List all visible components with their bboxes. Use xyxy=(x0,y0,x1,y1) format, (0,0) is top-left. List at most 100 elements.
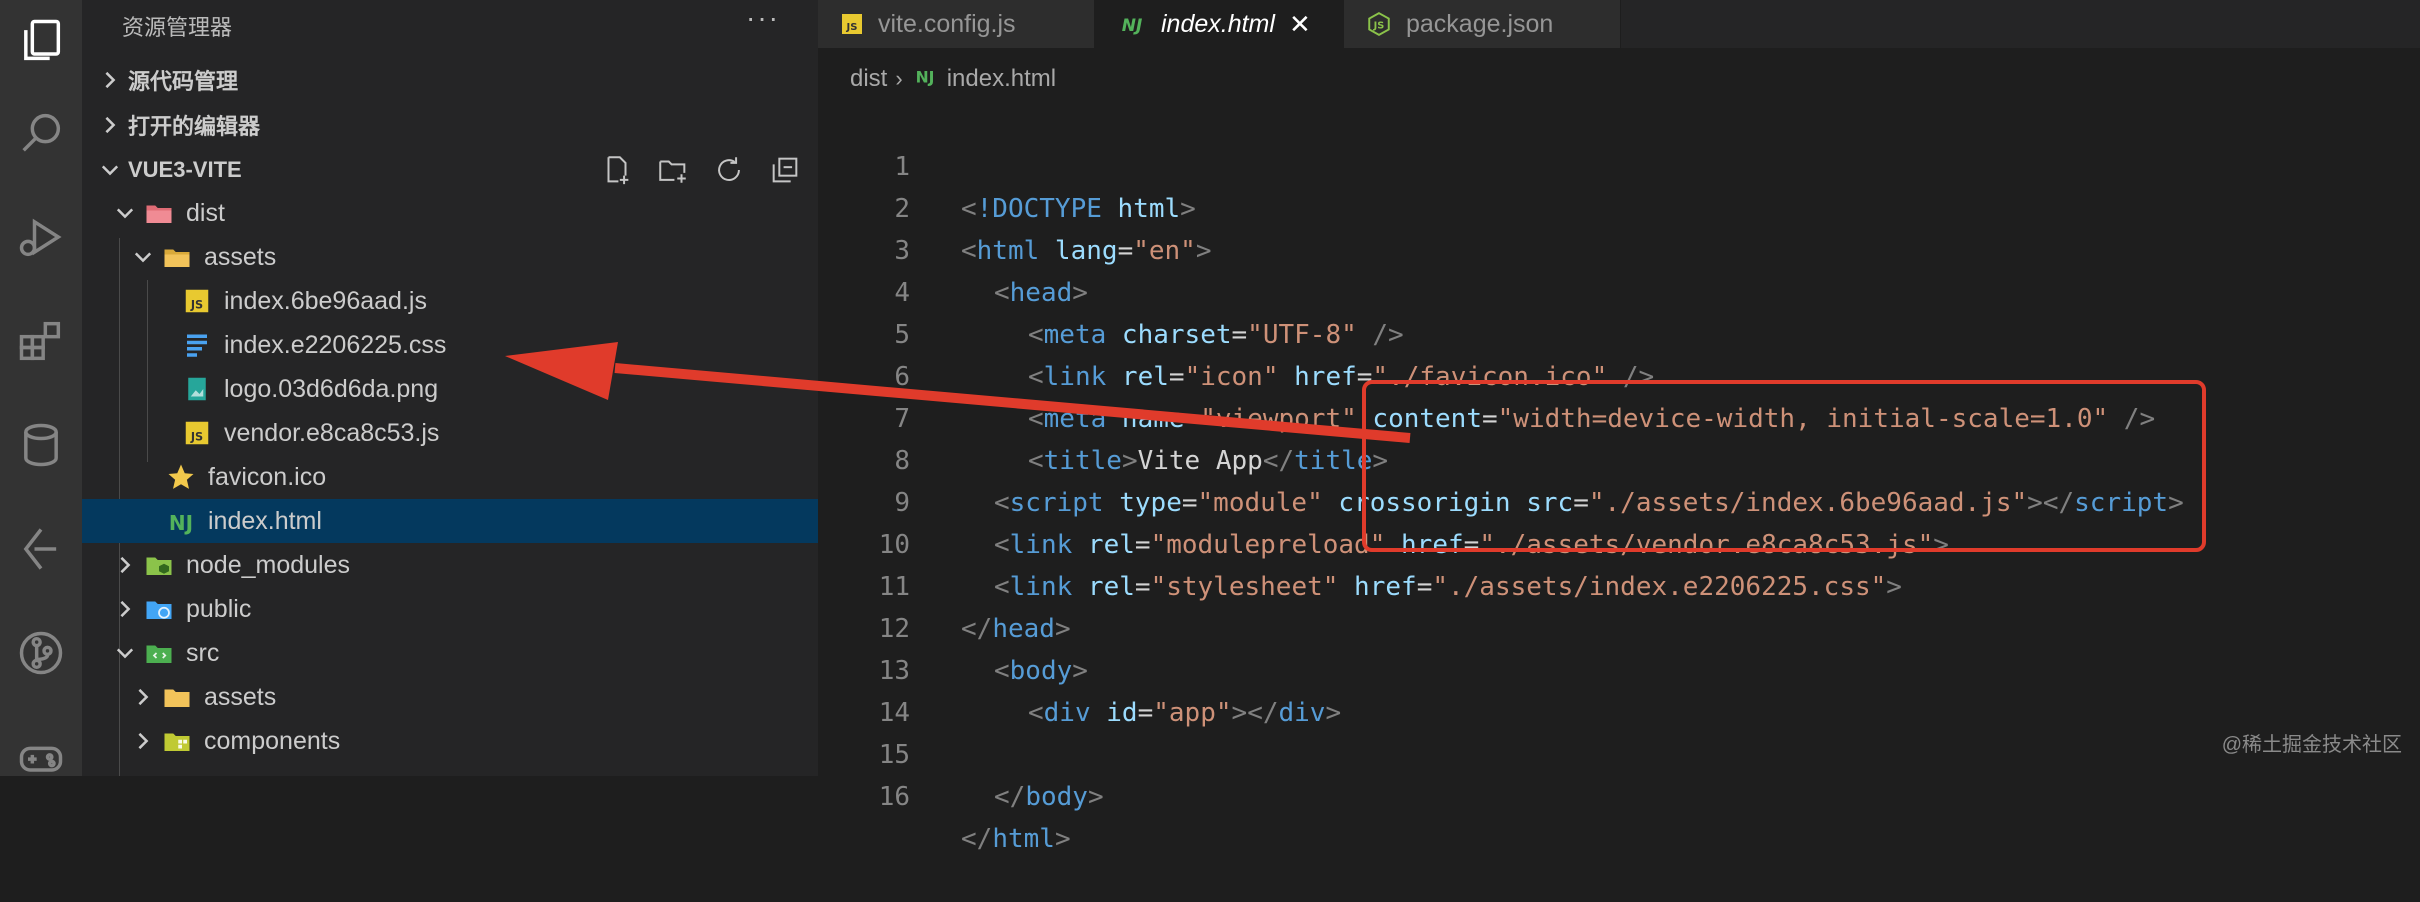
chevron-down-icon xyxy=(112,644,138,662)
image-file-icon xyxy=(182,374,212,404)
svg-text:JS: JS xyxy=(190,431,203,444)
token: </ xyxy=(994,782,1026,812)
nj-icon: NJ xyxy=(1117,12,1147,36)
tree-file-selected[interactable]: NJ index.html xyxy=(82,499,818,543)
tree-label: index.e2206225.css xyxy=(224,330,447,359)
svg-text:NJ: NJ xyxy=(169,511,193,535)
gamepad-icon[interactable] xyxy=(0,716,82,798)
tree-label: index.html xyxy=(208,506,322,535)
tab-vite-config[interactable]: JS vite.config.js xyxy=(818,0,1095,48)
tree-folder-assets[interactable]: assets xyxy=(82,235,818,279)
star-icon xyxy=(166,462,196,492)
tab-package-json[interactable]: JS package.json xyxy=(1344,0,1621,48)
tab-bar: JS vite.config.js NJ index.html ✕ JS pac… xyxy=(818,0,2420,48)
token: html xyxy=(992,824,1055,854)
remote-icon[interactable] xyxy=(0,508,82,590)
tree-label: src xyxy=(186,638,220,667)
close-icon[interactable]: ✕ xyxy=(1289,9,1311,40)
token: > xyxy=(1054,824,1071,854)
chevron-down-icon xyxy=(92,161,128,179)
code-line: 13 <div id="app"></div> xyxy=(818,608,2420,728)
code-line: 5 <link rel="icon" href="./favicon.ico" … xyxy=(818,272,2420,392)
breadcrumb-folder[interactable]: dist xyxy=(850,65,887,93)
breadcrumb-file[interactable]: index.html xyxy=(947,65,1056,93)
tree-label: assets xyxy=(204,682,277,711)
extensions-icon[interactable] xyxy=(0,300,82,382)
nj-icon: NJ xyxy=(911,65,939,94)
svg-text:JS: JS xyxy=(190,299,203,312)
watermark: @稀土掘金技术社区 xyxy=(2221,734,2402,756)
tree-file[interactable]: logo.03d6d6da.png xyxy=(82,367,818,411)
tree-label: assets xyxy=(204,242,277,271)
section-project[interactable]: VUE3-VITE xyxy=(82,148,818,192)
tree-folder-public[interactable]: public xyxy=(82,587,818,631)
folder-components-icon xyxy=(162,726,192,756)
svg-text:JS: JS xyxy=(1373,20,1385,31)
tree-folder-components[interactable]: components xyxy=(82,719,818,763)
token: </ xyxy=(961,824,993,854)
token: > xyxy=(1087,782,1104,812)
tree-label: favicon.ico xyxy=(208,462,327,491)
section-label: VUE3-VITE xyxy=(128,157,242,182)
js-file-icon: JS xyxy=(182,286,212,316)
tree-file[interactable]: JS index.6be96aad.js xyxy=(82,279,818,323)
search-icon[interactable] xyxy=(0,92,82,174)
run-debug-icon[interactable] xyxy=(0,196,82,278)
tree-folder-src[interactable]: src xyxy=(82,631,818,675)
database-icon[interactable] xyxy=(0,404,82,486)
tree-label: index.6be96aad.js xyxy=(224,286,427,315)
tree-folder-dist[interactable]: dist xyxy=(82,191,818,235)
tree-label: vendor.e8ca8c53.js xyxy=(224,418,440,447)
tree-label: node_modules xyxy=(186,550,351,579)
tree-label: logo.03d6d6da.png xyxy=(224,374,439,403)
tab-label: package.json xyxy=(1406,9,1554,38)
folder-open-icon xyxy=(144,198,174,228)
section-open-editors[interactable]: 打开的编辑器 xyxy=(82,103,818,147)
tree-file[interactable]: JS vendor.e8ca8c53.js xyxy=(82,411,818,455)
folder-public-icon xyxy=(144,594,174,624)
folder-icon xyxy=(162,682,192,712)
new-file-icon[interactable] xyxy=(600,153,634,187)
tree-label: dist xyxy=(186,198,225,227)
code-line: 15 </body> xyxy=(818,692,2420,812)
source-control-icon[interactable] xyxy=(0,612,82,694)
svg-text:NJ: NJ xyxy=(915,68,934,86)
refresh-icon[interactable] xyxy=(712,153,746,187)
code-line: 4 <meta charset="UTF-8" /> xyxy=(818,230,2420,350)
js-file-icon: JS xyxy=(182,418,212,448)
code-line: 6 <meta name="viewport" content="width=d… xyxy=(818,314,2420,434)
more-actions-button[interactable]: ··· xyxy=(746,2,780,34)
activity-bar xyxy=(0,0,82,776)
chevron-down-icon xyxy=(130,248,156,266)
tree-file[interactable]: index.e2206225.css xyxy=(82,323,818,367)
section-source-control[interactable]: 源代码管理 xyxy=(82,58,818,102)
code-line: 3 <head> xyxy=(818,188,2420,308)
collapse-all-icon[interactable] xyxy=(768,153,802,187)
svg-text:NJ: NJ xyxy=(1122,16,1143,36)
tree-folder-assets[interactable]: assets xyxy=(82,675,818,719)
tab-label: vite.config.js xyxy=(878,9,1016,38)
explorer-icon[interactable] xyxy=(0,0,82,82)
line-number: 16 xyxy=(878,782,910,812)
tab-label: index.html xyxy=(1161,9,1275,38)
chevron-right-icon xyxy=(92,116,128,134)
highlight-box xyxy=(1362,380,2206,552)
section-label: 源代码管理 xyxy=(128,69,239,94)
code-line: 12 <body> xyxy=(818,566,2420,686)
folder-src-icon xyxy=(144,638,174,668)
breadcrumb-separator: › xyxy=(895,66,903,91)
folder-node-icon xyxy=(144,550,174,580)
tree-folder-node-modules[interactable]: node_modules xyxy=(82,543,818,587)
chevron-down-icon xyxy=(112,204,138,222)
tree-label: public xyxy=(186,594,252,623)
new-folder-icon[interactable] xyxy=(656,153,690,187)
tab-index-html[interactable]: NJ index.html ✕ xyxy=(1095,0,1344,48)
tree-file[interactable]: favicon.ico xyxy=(82,455,818,499)
chevron-right-icon xyxy=(92,71,128,89)
chevron-right-icon xyxy=(112,600,138,618)
code-line: 1 <!DOCTYPE html> xyxy=(818,104,2420,224)
js-icon: JS xyxy=(840,12,864,36)
section-actions xyxy=(600,148,818,192)
nj-file-icon: NJ xyxy=(166,506,196,536)
node-icon: JS xyxy=(1366,11,1392,37)
